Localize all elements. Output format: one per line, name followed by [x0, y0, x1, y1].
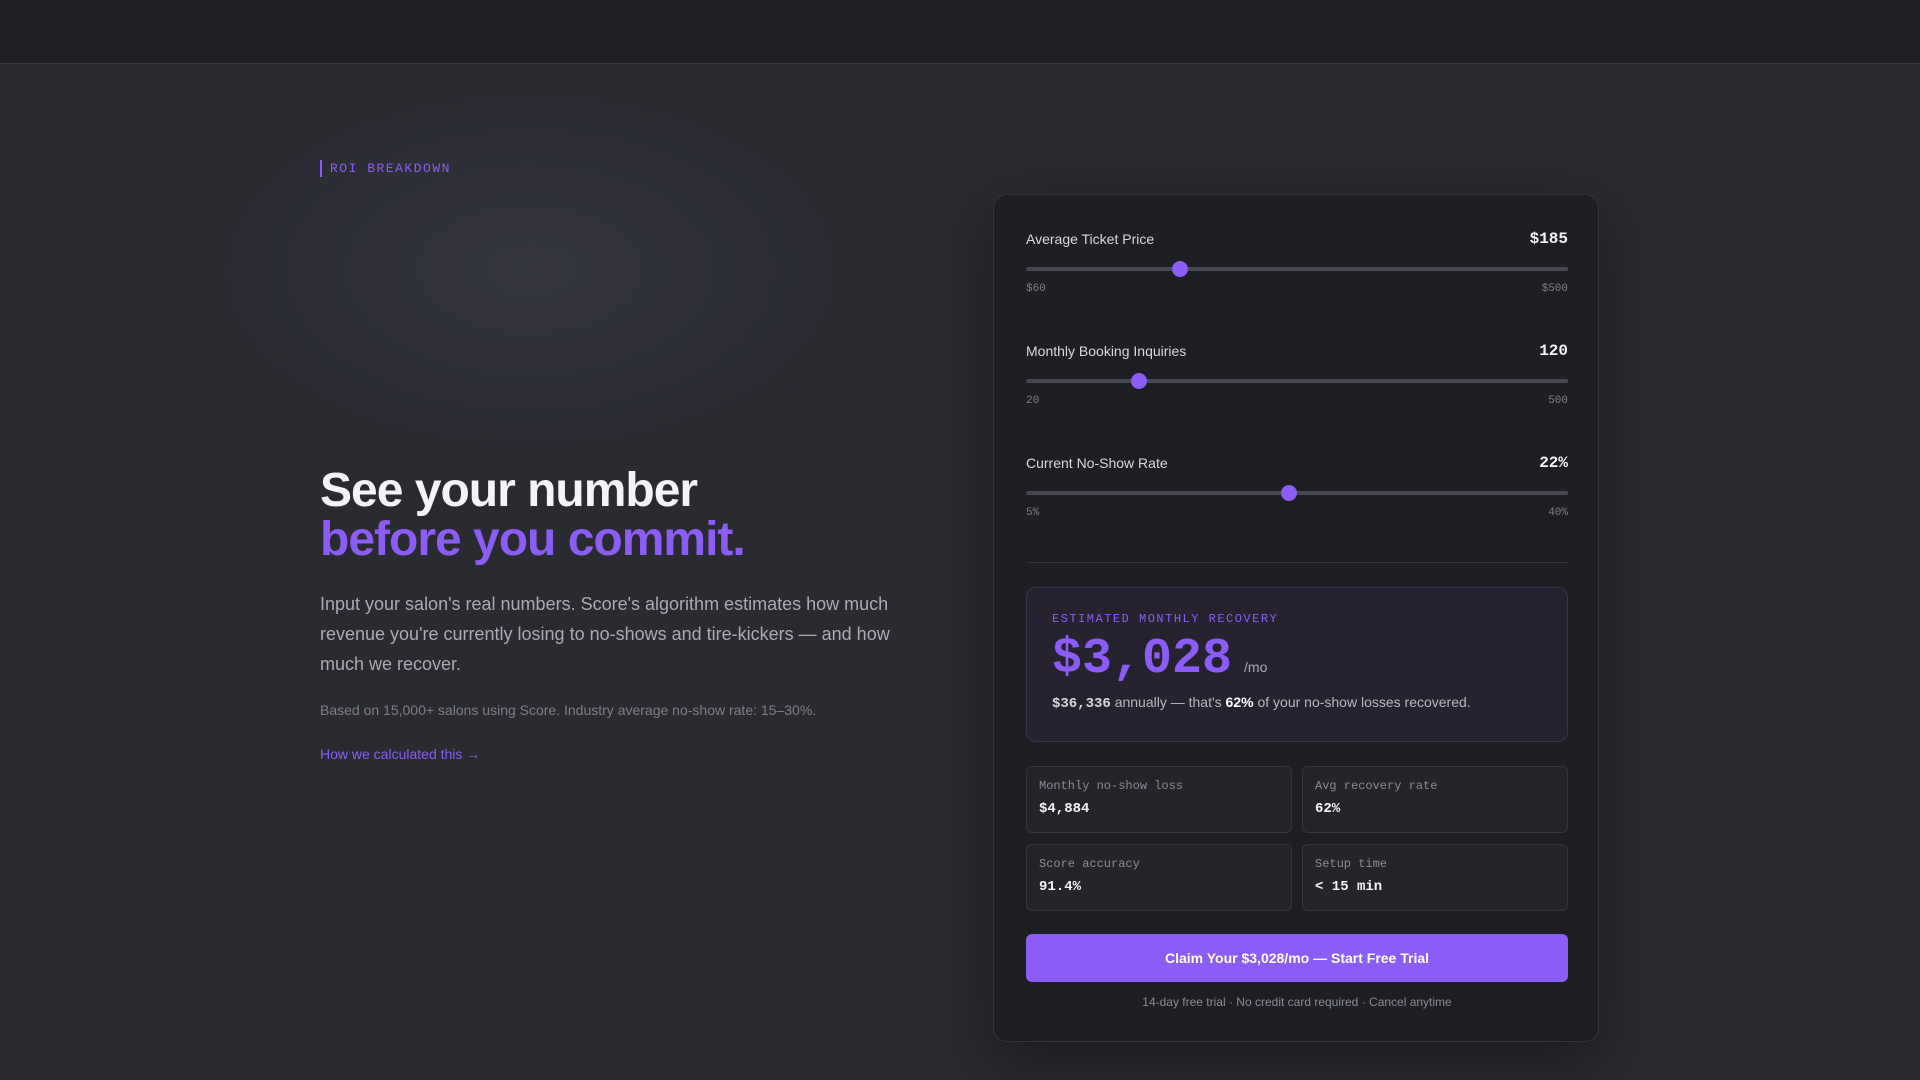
recovery-summary: $36,336 annually — that's 62% of your no… [1052, 694, 1542, 712]
slider-value: 22% [1539, 454, 1568, 472]
divider [1026, 562, 1568, 563]
slider-no-show-rate: Current No-Show Rate 22% 5% 40% [1026, 451, 1568, 519]
slider-track[interactable] [1026, 485, 1568, 501]
slider-label: Average Ticket Price [1026, 231, 1155, 247]
slider-label: Current No-Show Rate [1026, 455, 1168, 471]
hero-footnote: Based on 15,000+ salons using Score. Ind… [320, 702, 817, 718]
stat-monthly-loss: Monthly no-show loss $4,884 [1026, 766, 1292, 833]
page-headline: See your number before you commit. [320, 464, 746, 566]
slider-max-label: 500 [1548, 395, 1568, 407]
stat-value: $4,884 [1039, 801, 1090, 817]
top-nav-bar [0, 0, 1920, 64]
headline-line-2: before you commit. [320, 513, 746, 566]
stat-score-accuracy: Score accuracy 91.4% [1026, 844, 1292, 911]
recovery-panel: ESTIMATED MONTHLY RECOVERY $3,028 /mo $3… [1026, 587, 1568, 742]
stat-label: Monthly no-show loss [1039, 779, 1184, 793]
slider-booking-inquiries: Monthly Booking Inquiries 120 20 500 [1026, 339, 1568, 407]
slider-label: Monthly Booking Inquiries [1026, 343, 1187, 359]
stat-value: 62% [1315, 801, 1341, 817]
recovery-amount: $3,028 [1052, 631, 1233, 688]
recovery-unit: /mo [1244, 659, 1268, 675]
slider-value: 120 [1539, 342, 1568, 360]
slider-ticket-price: Average Ticket Price $185 $60 $500 [1026, 227, 1568, 295]
slider-min-label: $60 [1026, 283, 1046, 295]
how-calculated-link[interactable]: How we calculated this → [320, 746, 480, 762]
slider-max-label: 40% [1548, 507, 1568, 519]
annual-text: annually — that's [1110, 694, 1226, 710]
stat-label: Setup time [1315, 857, 1388, 871]
slider-min-label: 5% [1026, 507, 1040, 519]
stat-value: 91.4% [1039, 879, 1082, 895]
stat-recovery-rate: Avg recovery rate 62% [1302, 766, 1568, 833]
recovery-label: ESTIMATED MONTHLY RECOVERY [1052, 612, 1279, 626]
headline-line-1: See your number [320, 464, 698, 517]
hero-description: Input your salon's real numbers. Score's… [320, 594, 890, 674]
stat-label: Avg recovery rate [1315, 779, 1438, 793]
roi-calculator-card: Average Ticket Price $185 $60 $500 Month… [993, 194, 1599, 1042]
section-eyebrow: ROI BREAKDOWN [320, 160, 451, 177]
annual-amount: $36,336 [1052, 696, 1111, 712]
cta-note: 14-day free trial · No credit card requi… [1142, 995, 1452, 1009]
stat-setup-time: Setup time < 15 min [1302, 844, 1568, 911]
stat-value: < 15 min [1315, 879, 1383, 895]
slider-track[interactable] [1026, 373, 1568, 389]
start-free-trial-button[interactable]: Claim Your $3,028/mo — Start Free Trial [1026, 934, 1568, 982]
slider-min-label: 20 [1026, 395, 1040, 407]
slider-value: $185 [1529, 230, 1568, 248]
slider-thumb[interactable] [1171, 261, 1188, 277]
slider-max-label: $500 [1541, 283, 1568, 295]
recovery-percent: 62% [1225, 694, 1254, 710]
recovery-tail: of your no-show losses recovered. [1253, 694, 1471, 710]
slider-thumb[interactable] [1130, 373, 1147, 389]
background-glow [180, 70, 880, 470]
stat-label: Score accuracy [1039, 857, 1140, 871]
slider-track[interactable] [1026, 261, 1568, 277]
slider-thumb[interactable] [1281, 485, 1298, 501]
